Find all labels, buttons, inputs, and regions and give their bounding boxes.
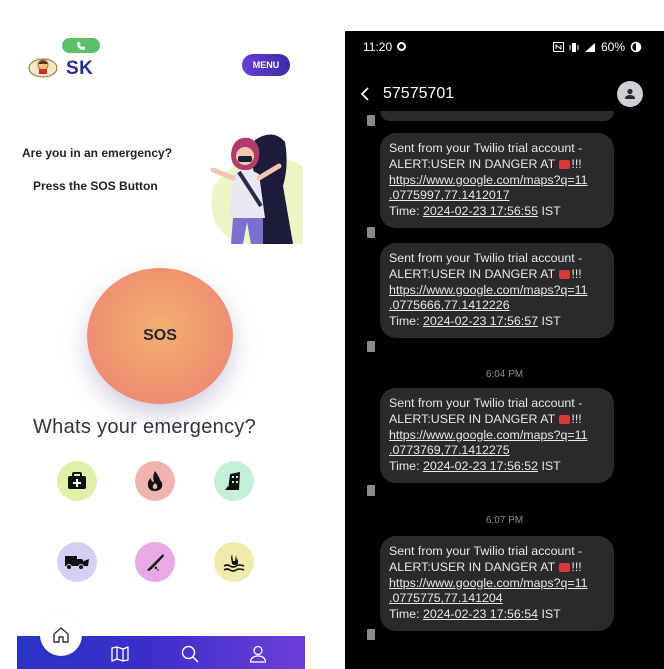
time-divider: 6:04 PM (485, 369, 524, 380)
message-bubble[interactable]: Sent from your Twilio trial account - AL… (380, 536, 614, 631)
profile-icon (249, 645, 267, 663)
screenshot-composite: SK MENU Are you in an emergency? Press t… (0, 0, 664, 669)
sim-indicator-icon (367, 115, 375, 126)
app-logo-icon (28, 58, 58, 78)
fire-icon (147, 471, 163, 491)
contact-avatar[interactable] (617, 81, 643, 107)
contact-number[interactable]: 57575701 (383, 85, 454, 103)
category-medical-button[interactable] (57, 461, 97, 501)
nav-map-button[interactable] (110, 644, 130, 664)
messages-app-screen: 11:20 60% 57575701 Sent from your Twilio… (345, 31, 664, 669)
battery-icon (630, 41, 642, 53)
status-record-icon (397, 42, 406, 51)
phone-icon (77, 41, 85, 50)
signal-icon (584, 42, 595, 52)
sos-instruction: Press the SOS Button (33, 179, 158, 193)
knife-icon (147, 554, 164, 571)
flag-emoji-icon (559, 159, 571, 169)
flag-emoji-icon (559, 562, 571, 572)
woman-illustration (210, 134, 303, 245)
message-bubble-partial (380, 111, 614, 121)
maps-link[interactable]: https://www.google.com/maps?q=11.0775775… (389, 576, 587, 606)
nav-profile-button[interactable] (248, 644, 268, 664)
maps-link[interactable]: https://www.google.com/maps?q=11.0775666… (389, 283, 587, 313)
sim-indicator-icon (367, 485, 375, 496)
flag-emoji-icon (559, 414, 571, 424)
sim-indicator-icon (367, 341, 375, 352)
nav-home-button[interactable] (40, 614, 82, 656)
category-fire-button[interactable] (135, 461, 175, 501)
status-time: 11:20 (363, 40, 393, 54)
search-icon (181, 645, 199, 663)
map-book-icon (111, 646, 129, 662)
message-bubble[interactable]: Sent from your Twilio trial account - AL… (380, 243, 614, 338)
battery-percent: 60% (600, 40, 625, 54)
home-icon (53, 627, 69, 643)
message-bubble[interactable]: Sent from your Twilio trial account - AL… (380, 388, 614, 483)
building-collapse-icon (225, 472, 240, 490)
timestamp-link[interactable]: 2024-02-23 17:56:55 (423, 204, 538, 218)
timestamp-link[interactable]: 2024-02-23 17:56:52 (423, 459, 538, 473)
maps-link[interactable]: https://www.google.com/maps?q=11.0773769… (389, 428, 587, 458)
flag-emoji-icon (559, 269, 571, 279)
category-drowning-button[interactable] (214, 542, 254, 582)
sim-indicator-icon (367, 227, 375, 238)
status-indicators: 60% (552, 40, 642, 54)
sim-indicator-icon (367, 629, 375, 640)
medical-kit-icon (68, 472, 86, 489)
category-weapon-button[interactable] (135, 542, 175, 582)
category-accident-button[interactable] (57, 542, 97, 582)
nav-search-button[interactable] (180, 644, 200, 664)
sos-app-screen: SK MENU Are you in an emergency? Press t… (17, 36, 305, 669)
menu-button[interactable]: MENU (242, 54, 290, 76)
accident-vehicle-icon (65, 556, 89, 570)
brand-name: SK (66, 58, 94, 79)
timestamp-link[interactable]: 2024-02-23 17:56:57 (423, 314, 538, 328)
nfc-icon (552, 42, 564, 52)
timestamp-link[interactable]: 2024-02-23 17:56:54 (423, 607, 538, 621)
maps-link[interactable]: https://www.google.com/maps?q=11.0775997… (389, 173, 587, 203)
drowning-icon (223, 554, 245, 572)
emergency-question: Are you in an emergency? (22, 146, 173, 160)
sos-button[interactable]: SOS (87, 268, 233, 404)
time-divider: 6:07 PM (485, 515, 524, 526)
chevron-left-icon (360, 87, 369, 101)
person-icon (625, 88, 635, 99)
vibrate-icon (569, 42, 579, 52)
call-indicator-pill[interactable] (62, 38, 100, 53)
emergency-type-heading: Whats your emergency? (33, 416, 257, 438)
category-building-button[interactable] (214, 461, 254, 501)
message-bubble[interactable]: Sent from your Twilio trial account - AL… (380, 133, 614, 228)
back-button[interactable] (360, 85, 370, 106)
